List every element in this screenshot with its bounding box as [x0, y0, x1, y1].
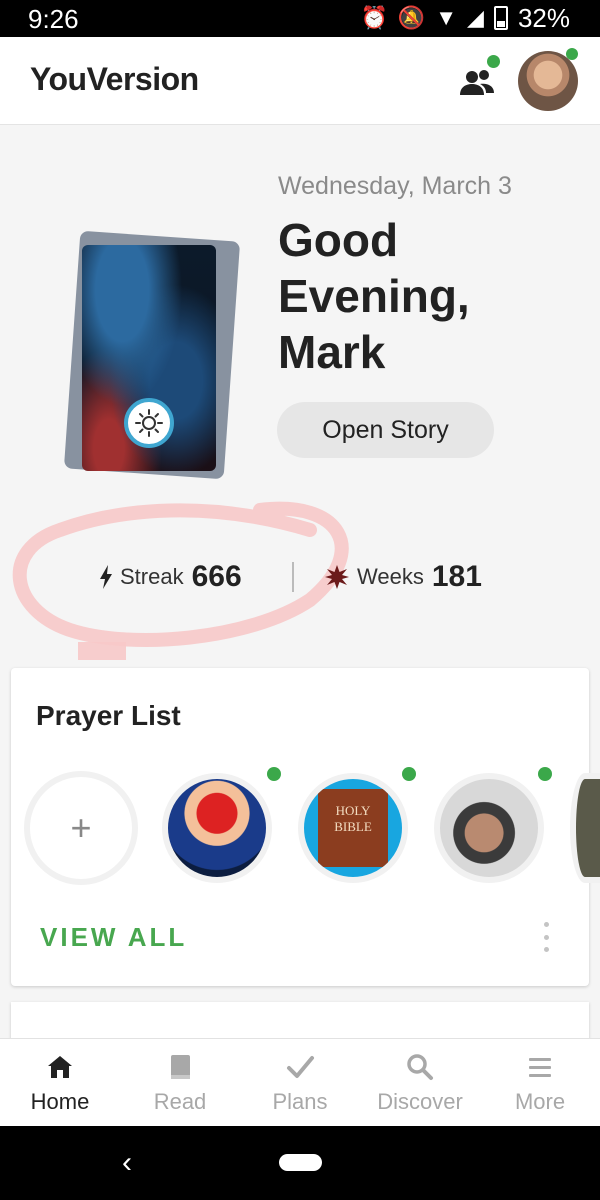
prayer-avatar-bible[interactable]: HOLY BIBLE — [298, 773, 408, 883]
search-icon — [407, 1054, 433, 1080]
online-dot — [538, 767, 552, 781]
story-sun-icon — [124, 398, 174, 448]
nav-plans[interactable]: Plans — [240, 1039, 360, 1126]
plus-icon: + — [70, 807, 92, 848]
current-date: Wednesday, March 3 — [278, 172, 512, 200]
nav-home[interactable]: Home — [0, 1039, 120, 1126]
greeting-heading: Good Evening, Mark — [278, 214, 470, 378]
back-icon[interactable]: ‹ — [122, 1146, 132, 1180]
prayer-avatar-partial[interactable] — [570, 773, 600, 883]
add-prayer-button[interactable]: + — [24, 771, 138, 885]
streak-label: Streak — [120, 564, 184, 589]
wifi-icon: ▼ — [435, 5, 458, 30]
more-options-icon[interactable] — [541, 922, 551, 952]
home-icon — [48, 1056, 72, 1078]
nav-more-label: More — [514, 1089, 566, 1114]
nav-home-label: Home — [30, 1089, 90, 1114]
view-all-button[interactable]: VIEW ALL — [40, 922, 187, 953]
weeks-stat: Weeks 181 — [325, 560, 482, 594]
profile-online-dot — [566, 48, 578, 60]
status-bar: 9:26 ⏰ 🔕 ▼ ◢ 32% — [0, 0, 600, 37]
streak-value: 666 — [191, 560, 242, 593]
home-gesture-pill[interactable] — [279, 1154, 322, 1171]
nav-discover-label: Discover — [377, 1089, 463, 1114]
nav-more[interactable]: More — [480, 1039, 600, 1126]
nav-discover[interactable]: Discover — [360, 1039, 480, 1126]
menu-icon — [529, 1058, 551, 1077]
signal-icon: ◢ — [467, 5, 484, 30]
prayer-list-title: Prayer List — [36, 700, 181, 731]
bible-book-icon: HOLY BIBLE — [318, 789, 388, 867]
nav-plans-label: Plans — [272, 1089, 328, 1114]
profile-avatar-button[interactable] — [518, 51, 578, 111]
app-bar: YouVersion — [0, 37, 600, 125]
online-dot — [267, 767, 281, 781]
friends-online-dot — [487, 55, 500, 68]
book-icon — [171, 1055, 190, 1079]
system-navigation-bar: ‹ — [0, 1126, 600, 1200]
status-icons: ⏰ 🔕 ▼ ◢ 32% — [360, 4, 570, 32]
app-logo: YouVersion — [30, 61, 199, 97]
people-icon — [460, 70, 494, 95]
friends-button[interactable] — [458, 55, 500, 101]
online-dot — [402, 767, 416, 781]
starburst-icon — [325, 565, 349, 589]
prayer-avatar-person[interactable] — [434, 773, 544, 883]
stats-divider — [292, 562, 294, 592]
battery-percent: 32% — [517, 3, 570, 33]
battery-icon — [493, 6, 508, 30]
nav-read-label: Read — [153, 1089, 207, 1114]
bottom-navigation: Home Read Plans Discover More — [0, 1038, 600, 1126]
weeks-label: Weeks — [357, 564, 424, 589]
prayer-avatar-mario[interactable] — [162, 773, 272, 883]
alarm-icon: ⏰ — [360, 5, 388, 30]
nav-read[interactable]: Read — [120, 1039, 240, 1126]
notifications-off-icon: 🔕 — [397, 5, 426, 30]
weeks-value: 181 — [431, 560, 482, 593]
check-icon — [287, 1056, 314, 1078]
status-time: 9:26 — [28, 4, 79, 34]
streak-stat: Streak 666 — [100, 560, 242, 594]
lightning-icon — [100, 565, 112, 589]
open-story-button[interactable]: Open Story — [277, 402, 494, 458]
